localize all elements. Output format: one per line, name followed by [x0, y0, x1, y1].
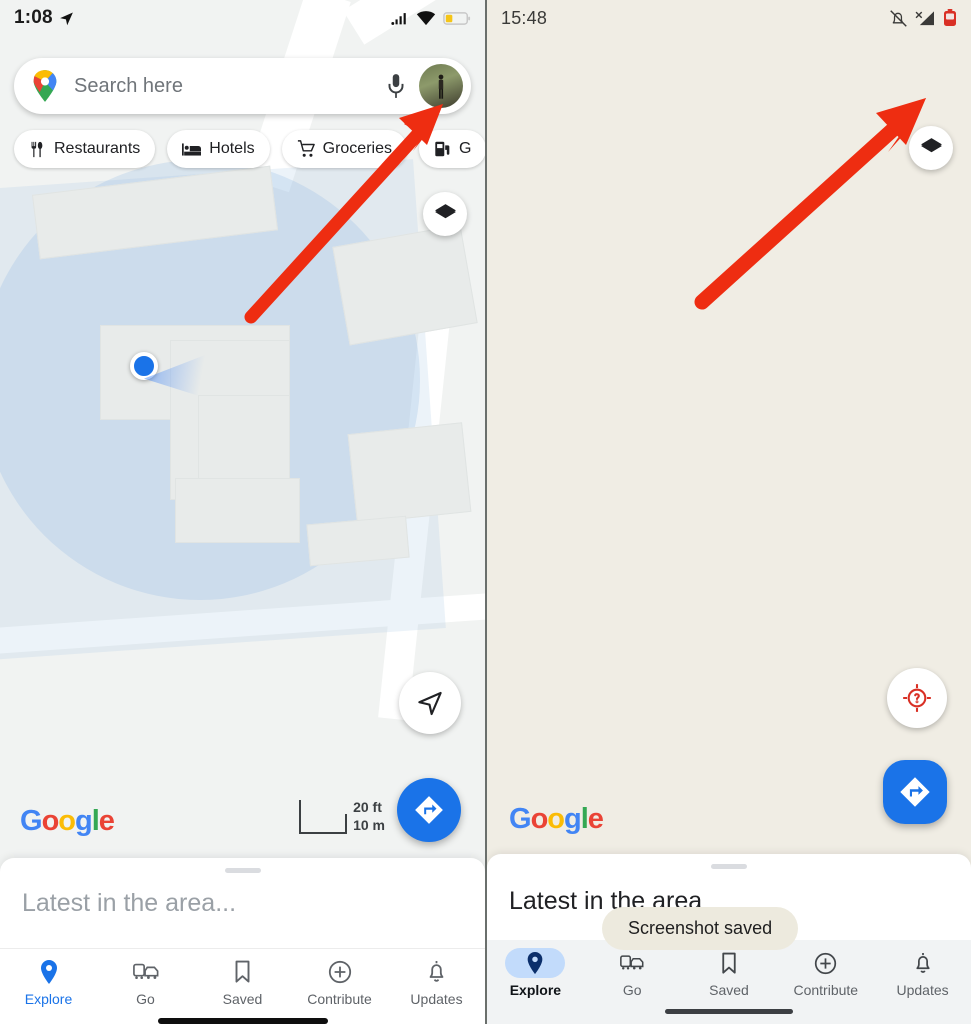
gesture-home-bar[interactable]: [157, 1018, 328, 1024]
my-location-dot: [130, 350, 218, 402]
chip-label: Groceries: [322, 140, 392, 157]
recenter-navigation-icon: [418, 691, 442, 716]
directions-icon: [900, 777, 930, 807]
bottom-sheet[interactable]: Latest in the area...: [0, 858, 485, 948]
layers-icon: [920, 137, 942, 152]
bell-muted-icon: [890, 9, 907, 27]
avatar-image: [419, 64, 463, 108]
restaurant-icon: [31, 141, 43, 157]
location-pin-icon: [19, 957, 79, 987]
nav-item-explore[interactable]: Explore: [489, 948, 581, 998]
no-signal-icon: [915, 10, 934, 25]
microphone-icon[interactable]: [379, 69, 413, 103]
chip-label: Restaurants: [54, 140, 141, 157]
toast-message: Screenshot saved: [602, 907, 799, 950]
avatar-person-silhouette: [438, 74, 444, 99]
bell-icon: [893, 948, 953, 978]
nav-label: Contribute: [307, 991, 372, 1007]
nav-label: Explore: [24, 991, 73, 1007]
google-attribution-logo: Google: [509, 803, 604, 835]
nav-label: Go: [136, 991, 155, 1007]
chip-label: G: [458, 140, 472, 157]
nav-label: Saved: [222, 991, 263, 1007]
status-icons: [391, 10, 471, 26]
status-clock-group: 1:08: [14, 7, 75, 29]
right-phone-screen: 15:48 Google Latest in the area Explore …: [485, 0, 971, 1024]
bookmark-icon: [213, 957, 273, 987]
plus-circle-icon: [796, 948, 856, 978]
status-bar: 1:08: [0, 0, 485, 36]
sheet-title: Latest in the area...: [22, 889, 237, 917]
gas-pump-icon: [435, 141, 450, 157]
nav-item-go[interactable]: Go: [586, 948, 678, 998]
directions-button[interactable]: [397, 778, 461, 842]
nav-label: Updates: [896, 982, 949, 998]
nav-item-saved[interactable]: Saved: [197, 957, 289, 1007]
nav-item-contribute[interactable]: Contribute: [780, 948, 872, 998]
scale-imperial: 20 ft: [353, 799, 382, 815]
location-unknown-button[interactable]: [887, 668, 947, 728]
search-input[interactable]: Search here: [74, 75, 379, 98]
gesture-home-bar[interactable]: [665, 1009, 793, 1014]
map-layers-button[interactable]: [909, 126, 953, 170]
status-bar: 15:48: [487, 0, 971, 36]
left-phone-screen: 1:08 Search here Restaurants Hotels Groc…: [0, 0, 485, 1024]
dual-phone-screenshot: 1:08 Search here Restaurants Hotels Groc…: [0, 0, 971, 1024]
status-time: 15:48: [501, 7, 548, 28]
location-unknown-icon: [903, 684, 931, 712]
commute-icon: [602, 948, 662, 978]
battery-red-icon: [944, 9, 956, 26]
recenter-button[interactable]: [399, 672, 461, 734]
shopping-cart-icon: [297, 140, 315, 157]
account-avatar[interactable]: [419, 64, 463, 108]
chip-groceries[interactable]: Groceries: [281, 130, 407, 168]
scale-bar-graphic: [299, 799, 348, 834]
location-pin-icon: [505, 948, 566, 978]
directions-icon: [415, 796, 443, 824]
category-chips: Restaurants Hotels Groceries G: [14, 130, 485, 168]
cell-signal-icon: [391, 12, 406, 25]
nav-item-go[interactable]: Go: [100, 957, 192, 1007]
status-icons: [889, 9, 957, 28]
bookmark-icon: [699, 948, 759, 978]
battery-low-icon: [443, 11, 471, 25]
chip-label: Hotels: [209, 140, 255, 157]
chip-gas[interactable]: G: [418, 130, 485, 168]
nav-label: Go: [622, 982, 642, 998]
plus-circle-icon: [310, 957, 370, 987]
commute-icon: [116, 957, 176, 987]
map-layers-button[interactable]: [423, 192, 467, 236]
nav-label: Updates: [410, 991, 463, 1007]
scale-labels: 20 ft 10 m: [353, 799, 385, 834]
directions-button[interactable]: [883, 760, 947, 824]
layers-icon: [434, 203, 456, 218]
google-maps-pin-icon: [33, 70, 57, 102]
nav-item-saved[interactable]: Saved: [683, 948, 775, 998]
nav-item-contribute[interactable]: Contribute: [294, 957, 386, 1007]
nav-item-explore[interactable]: Explore: [3, 957, 95, 1007]
scale-metric: 10 m: [353, 816, 385, 833]
status-time: 1:08: [14, 7, 53, 28]
bell-icon: [407, 957, 467, 987]
nav-item-updates[interactable]: Updates: [877, 948, 969, 998]
search-bar[interactable]: Search here: [14, 58, 471, 114]
nav-label: Contribute: [793, 982, 859, 998]
google-attribution-logo: Google: [20, 805, 115, 837]
bottom-navigation: Explore Go Saved Contribute Updates: [0, 948, 485, 1024]
chip-restaurants[interactable]: Restaurants: [14, 130, 156, 168]
nav-label: Explore: [509, 982, 562, 998]
nav-label: Saved: [709, 982, 749, 998]
navigation-arrow-icon: [59, 11, 73, 25]
wifi-icon: [416, 11, 436, 26]
hotel-bed-icon: [182, 142, 202, 156]
chip-hotels[interactable]: Hotels: [167, 130, 270, 168]
nav-item-updates[interactable]: Updates: [391, 957, 483, 1007]
map-scale: 20 ft 10 m: [299, 799, 385, 834]
